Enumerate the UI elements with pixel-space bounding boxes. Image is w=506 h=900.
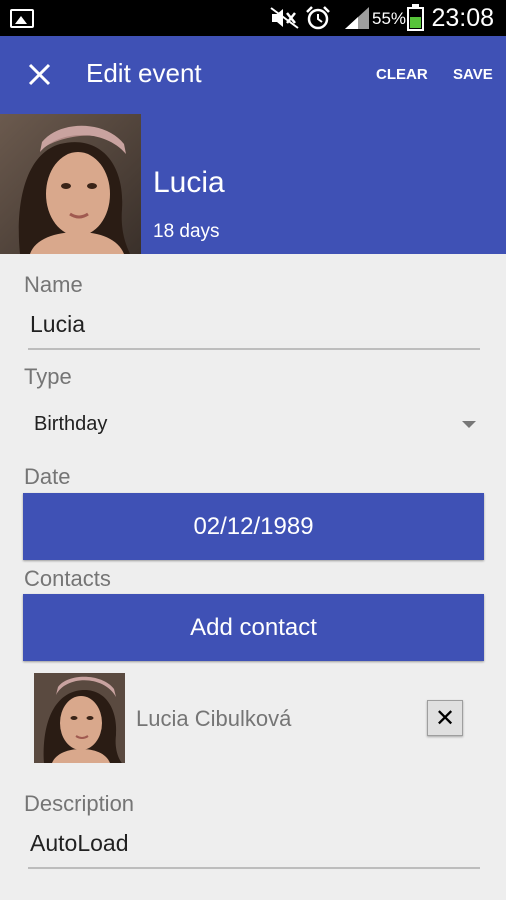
dropdown-arrow-icon: [462, 421, 476, 428]
clear-button[interactable]: CLEAR: [376, 66, 428, 83]
date-label: Date: [24, 464, 71, 489]
alarm-icon: [306, 6, 330, 30]
event-countdown: 18 days: [153, 221, 220, 242]
description-label: Description: [24, 791, 135, 816]
clock: 23:08: [431, 4, 494, 32]
contact-avatar: [34, 673, 125, 763]
name-underline: [28, 348, 480, 350]
description-underline: [28, 867, 480, 869]
battery-percentage: 55%: [372, 9, 407, 28]
type-label: Type: [24, 364, 72, 389]
close-button[interactable]: [20, 55, 60, 95]
app-bar: Edit event CLEAR SAVE: [0, 36, 506, 114]
contacts-label: Contacts: [24, 566, 111, 591]
event-header: Lucia 18 days: [0, 114, 506, 254]
close-icon: [28, 63, 51, 86]
page-title: Edit event: [86, 58, 202, 88]
battery-icon: [407, 4, 424, 31]
add-contact-button[interactable]: Add contact: [23, 594, 484, 661]
status-bar: 55% 23:08: [0, 0, 506, 36]
contact-name: Lucia Cibulková: [136, 706, 292, 731]
signal-icon: [345, 7, 369, 29]
name-input[interactable]: Lucia: [30, 311, 85, 338]
date-button[interactable]: 02/12/1989: [23, 493, 484, 560]
save-button[interactable]: SAVE: [453, 66, 493, 83]
contact-photo: [0, 114, 141, 254]
mute-icon: [270, 7, 299, 29]
name-label: Name: [24, 272, 83, 297]
type-value: Birthday: [34, 413, 108, 435]
event-name: Lucia: [153, 166, 225, 199]
description-input[interactable]: AutoLoad: [30, 830, 128, 857]
close-icon: ✕: [434, 704, 456, 732]
remove-contact-button[interactable]: ✕: [427, 700, 463, 736]
gallery-icon: [10, 9, 34, 28]
